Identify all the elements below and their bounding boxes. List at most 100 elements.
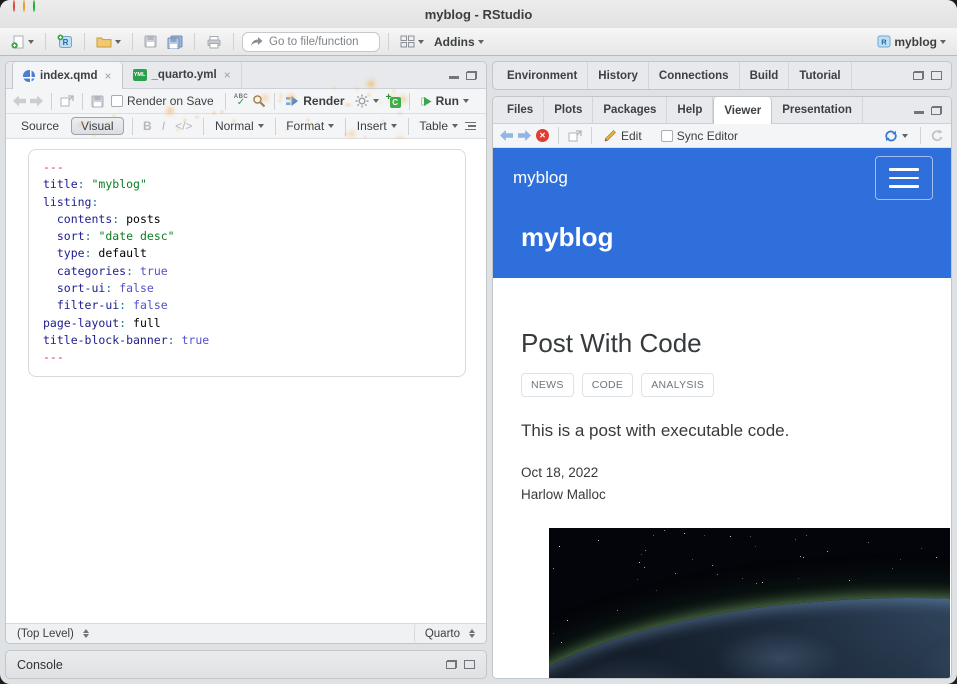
editor-content[interactable]: ---title: "myblog"listing: contents: pos… <box>6 139 486 623</box>
post-date: Oct 18, 2022 <box>521 465 923 480</box>
maximize-pane-icon[interactable] <box>464 660 475 669</box>
tab-presentation[interactable]: Presentation <box>772 97 863 123</box>
render-on-save-checkbox[interactable]: Render on Save <box>108 93 217 109</box>
save-icon[interactable] <box>91 95 104 108</box>
close-icon[interactable]: × <box>105 69 112 83</box>
back-icon[interactable] <box>13 96 26 107</box>
code-block[interactable]: ---title: "myblog"listing: contents: pos… <box>28 149 466 377</box>
back-icon[interactable] <box>500 130 513 141</box>
traffic-lights <box>13 0 15 2</box>
tab-build[interactable]: Build <box>740 62 790 89</box>
run-button[interactable]: Run <box>418 93 472 109</box>
forward-icon[interactable] <box>30 96 43 107</box>
tab-plots[interactable]: Plots <box>544 97 593 123</box>
maximize-pane-icon[interactable] <box>466 71 477 80</box>
viewer-toolbar: ✕ Edit Sync Editor <box>493 124 951 148</box>
sync-button[interactable] <box>881 128 911 144</box>
scope-selector[interactable]: (Top Level) <box>14 627 92 641</box>
tab-quarto-yml[interactable]: YML _quarto.yml × <box>123 62 242 88</box>
close-icon[interactable]: × <box>224 68 231 82</box>
window-title: myblog - RStudio <box>0 7 957 22</box>
right-column: Environment History Connections Build Tu… <box>492 61 952 679</box>
tab-tutorial[interactable]: Tutorial <box>789 62 851 89</box>
new-file-button[interactable] <box>8 33 37 51</box>
print-button[interactable] <box>203 33 225 51</box>
tag-code[interactable]: CODE <box>582 373 634 397</box>
visual-mode-button[interactable]: Visual <box>71 117 123 135</box>
open-new-window-icon[interactable] <box>568 130 582 142</box>
viewer-content: myblog myblog Post With Code NEWS CODE <box>493 148 951 678</box>
tag-analysis[interactable]: ANALYSIS <box>641 373 714 397</box>
bold-button[interactable]: B <box>140 119 155 133</box>
inline-code-button[interactable]: </> <box>172 119 195 133</box>
goto-placeholder: Go to file/function <box>269 36 359 48</box>
edit-button[interactable]: Edit <box>601 128 645 144</box>
zoom-window-button[interactable] <box>33 0 35 12</box>
restore-pane-icon[interactable] <box>446 660 457 669</box>
environment-pane-tabbar: Environment History Connections Build Tu… <box>492 61 952 90</box>
minimize-pane-icon[interactable] <box>449 76 459 79</box>
console-pane-header[interactable]: Console <box>5 650 487 679</box>
render-button[interactable]: Render <box>283 93 347 109</box>
blog-title-banner: myblog <box>493 208 951 278</box>
render-icon <box>286 95 299 107</box>
open-file-button[interactable] <box>93 33 124 50</box>
format-menu[interactable]: Format <box>283 118 337 134</box>
insert-chunk-button[interactable]: C + <box>386 94 401 108</box>
insert-menu[interactable]: Insert <box>354 118 400 134</box>
chevron-down-icon <box>391 124 397 128</box>
goto-file-input[interactable]: Go to file/function <box>242 32 380 52</box>
minimize-window-button[interactable] <box>23 0 25 12</box>
chevron-down-icon <box>28 40 34 44</box>
open-new-window-icon[interactable] <box>60 95 74 107</box>
post-title[interactable]: Post With Code <box>521 328 923 359</box>
close-window-button[interactable] <box>13 0 15 12</box>
post-image[interactable] <box>549 528 950 678</box>
pane-controls <box>913 62 951 89</box>
tag-news[interactable]: NEWS <box>521 373 574 397</box>
hamburger-menu-button[interactable] <box>875 156 933 200</box>
tab-help[interactable]: Help <box>667 97 713 123</box>
project-menu-button[interactable]: R myblog <box>874 33 949 51</box>
addins-label: Addins <box>434 35 475 49</box>
console-title: Console <box>17 658 63 672</box>
quarto-file-icon <box>23 70 35 82</box>
sync-editor-label: Sync Editor <box>677 129 738 143</box>
refresh-icon[interactable] <box>930 129 944 143</box>
panes-layout-button[interactable] <box>397 33 427 50</box>
tab-label: index.qmd <box>40 70 98 82</box>
new-project-button[interactable]: R <box>54 32 76 51</box>
editor-statusbar: (Top Level) Quarto <box>6 623 486 643</box>
tab-viewer[interactable]: Viewer <box>713 97 772 124</box>
tab-packages[interactable]: Packages <box>593 97 667 123</box>
source-mode-button[interactable]: Source <box>13 118 67 134</box>
tab-files[interactable]: Files <box>497 97 544 123</box>
maximize-pane-icon[interactable] <box>931 71 942 80</box>
outline-toggle-icon[interactable] <box>465 122 479 131</box>
maximize-pane-icon[interactable] <box>931 106 942 115</box>
stop-icon[interactable]: ✕ <box>536 129 549 142</box>
restore-pane-icon[interactable] <box>913 71 924 80</box>
sync-editor-checkbox[interactable]: Sync Editor <box>658 128 741 144</box>
chevron-down-icon <box>452 124 458 128</box>
search-icon[interactable] <box>252 94 266 108</box>
table-menu[interactable]: Table <box>416 118 461 134</box>
save-all-button[interactable] <box>164 33 186 51</box>
run-label: Run <box>436 94 459 108</box>
tab-environment[interactable]: Environment <box>497 62 588 89</box>
tab-label: _quarto.yml <box>152 69 217 81</box>
language-mode-selector[interactable]: Quarto <box>414 624 478 643</box>
source-editor-pane: index.qmd × YML _quarto.yml × <box>5 61 487 644</box>
italic-button[interactable]: I <box>159 119 168 133</box>
tab-history[interactable]: History <box>588 62 649 89</box>
spellcheck-button[interactable]: ABC✓ <box>234 94 249 108</box>
forward-icon[interactable] <box>518 130 531 141</box>
minimize-pane-icon[interactable] <box>914 111 924 114</box>
blog-navbar-brand[interactable]: myblog <box>513 168 568 188</box>
tab-index-qmd[interactable]: index.qmd × <box>12 62 123 89</box>
save-button[interactable] <box>141 33 160 50</box>
tab-connections[interactable]: Connections <box>649 62 740 89</box>
addins-button[interactable]: Addins <box>431 33 487 51</box>
render-options-button[interactable] <box>352 93 382 109</box>
paragraph-style-dropdown[interactable]: Normal <box>212 118 267 134</box>
